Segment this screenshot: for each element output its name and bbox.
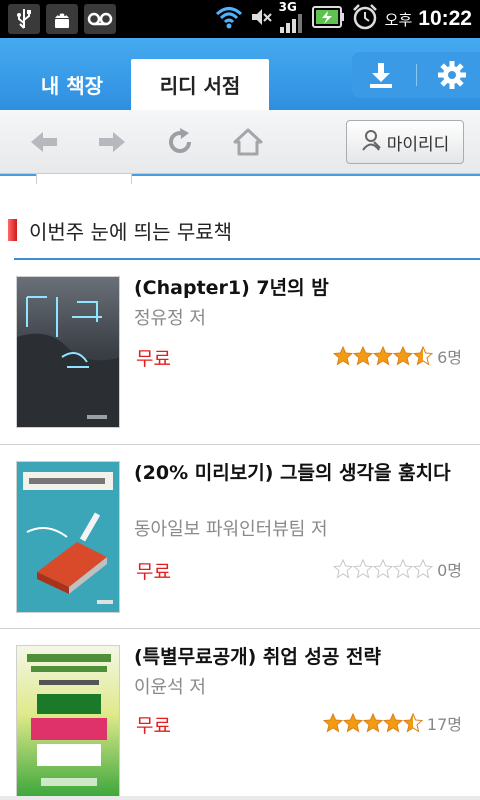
book-title[interactable]: (Chapter1) 7년의 밤 — [134, 274, 464, 302]
star-rating-icon — [333, 346, 434, 366]
star-icon — [393, 559, 414, 579]
book-author: 정유정 저 — [134, 308, 206, 329]
book-price: 무료 — [136, 715, 171, 737]
star-icon — [333, 559, 354, 579]
book-rating: 0명 — [333, 557, 462, 581]
section-header: 이번주 눈에 띄는 무료책 — [0, 212, 480, 248]
myridi-label: 마이리디 — [386, 134, 450, 155]
android-debug-icon — [46, 4, 78, 34]
wifi-icon — [215, 5, 243, 33]
section-marker — [8, 219, 17, 241]
status-time: 10:22 — [418, 7, 472, 30]
book-item[interactable]: (Chapter1) 7년의 밤 정유정 저 무료 6명 — [0, 260, 480, 445]
book-author: 이윤석 저 — [134, 677, 206, 698]
rating-count: 0명 — [437, 561, 462, 580]
book-rating: 17명 — [322, 711, 462, 735]
star-icon — [333, 346, 354, 366]
book-cover[interactable] — [16, 645, 120, 797]
header-actions — [352, 52, 480, 98]
star-icon — [413, 346, 434, 366]
page-tab-strip — [0, 174, 480, 184]
star-icon — [413, 559, 434, 579]
star-icon — [393, 346, 414, 366]
star-icon — [402, 713, 423, 733]
tab-header: 내 책장 리디 서점 — [0, 38, 480, 110]
user-icon — [361, 129, 383, 156]
book-cover[interactable] — [16, 276, 120, 428]
book-rating: 6명 — [333, 344, 462, 368]
book-price: 무료 — [136, 561, 171, 583]
mute-icon — [249, 5, 273, 33]
network-type-label: 3G — [278, 0, 297, 14]
battery-icon — [311, 4, 345, 34]
signal-icon — [279, 13, 305, 37]
home-icon[interactable] — [226, 122, 270, 162]
star-rating-icon — [322, 713, 423, 733]
tab-my-bookshelf[interactable]: 내 책장 — [14, 59, 130, 110]
tab-ridi-store[interactable]: 리디 서점 — [131, 59, 269, 110]
book-price: 무료 — [136, 348, 171, 370]
star-icon — [322, 713, 343, 733]
settings-icon[interactable] — [430, 55, 474, 95]
book-cover[interactable] — [16, 461, 120, 613]
star-rating-icon — [333, 559, 434, 579]
list-bottom-edge — [0, 796, 480, 800]
rating-count: 6명 — [437, 348, 462, 367]
status-ampm: 오후 — [384, 10, 413, 29]
star-icon — [353, 346, 374, 366]
rating-count: 17명 — [426, 715, 462, 734]
voicemail-icon — [84, 4, 116, 34]
star-icon — [342, 713, 363, 733]
status-bar: 3G 오후 10:22 — [0, 0, 480, 38]
refresh-icon[interactable] — [158, 122, 202, 162]
header-separator — [415, 64, 417, 86]
book-title[interactable]: (20% 미리보기) 그들의 생각을 훔치다 — [134, 459, 464, 487]
alarm-icon — [351, 3, 379, 35]
book-item[interactable]: (20% 미리보기) 그들의 생각을 훔치다 동아일보 파워인터뷰팀 저 무료 … — [0, 445, 480, 629]
myridi-button[interactable]: 마이리디 — [346, 120, 464, 164]
forward-arrow-icon[interactable] — [90, 122, 134, 162]
usb-icon — [8, 4, 40, 34]
back-arrow-icon[interactable] — [22, 122, 66, 162]
star-icon — [373, 559, 394, 579]
download-icon[interactable] — [359, 55, 403, 95]
browser-toolbar: 마이리디 — [0, 110, 480, 174]
star-icon — [382, 713, 403, 733]
section-title: 이번주 눈에 띄는 무료책 — [29, 219, 233, 244]
star-icon — [362, 713, 383, 733]
star-icon — [373, 346, 394, 366]
book-title[interactable]: (특별무료공개) 취업 성공 전략 — [134, 643, 464, 671]
book-item[interactable]: (특별무료공개) 취업 성공 전략 이윤석 저 무료 17명 — [0, 629, 480, 797]
book-author: 동아일보 파워인터뷰팀 저 — [134, 519, 328, 540]
star-icon — [353, 559, 374, 579]
